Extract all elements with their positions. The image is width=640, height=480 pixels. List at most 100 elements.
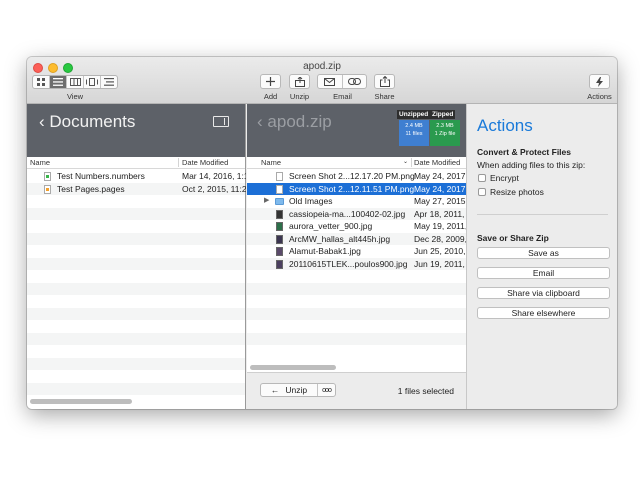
file-date: Oct 2, 2015, 11:2: [182, 183, 246, 194]
cover-flow-view-button[interactable]: [84, 76, 101, 88]
unzip-button-label: Unzip: [285, 385, 308, 395]
list-icon: [53, 78, 63, 86]
archive-bottom-bar: ← Unzip ooo 1 files selected: [247, 372, 466, 409]
chevron-left-icon: ‹: [39, 112, 45, 131]
empty-row: [27, 207, 245, 220]
add-button[interactable]: [260, 74, 281, 89]
unzipped-count: 11 files: [405, 131, 423, 137]
empty-row: [27, 257, 245, 270]
zipped-stats: 2.3 MB 1 Zip file: [430, 120, 460, 146]
archive-breadcrumb: ‹ apod.zip: [257, 112, 332, 132]
empty-row: [27, 320, 245, 333]
list-item[interactable]: ▶ Old Images May 27, 2015,: [247, 195, 466, 208]
pages-file-icon: [44, 184, 51, 194]
empty-row: [27, 232, 245, 245]
empty-row: [247, 295, 466, 308]
email-link-button[interactable]: [343, 75, 367, 88]
archive-file-list: Screen Shot 2...12.17.20 PM.png May 24, …: [247, 170, 466, 345]
unzip-icon: [294, 76, 305, 87]
resize-photos-checkbox[interactable]: [478, 188, 486, 196]
png-file-icon: [276, 172, 283, 181]
name-column-header[interactable]: Name: [30, 158, 50, 167]
app-window: apod.zip View Add Unzip Email Share Acti…: [27, 57, 617, 409]
empty-row: [27, 295, 245, 308]
date-column-header[interactable]: Date Modified: [414, 158, 460, 167]
empty-row: [247, 270, 466, 283]
file-name: Test Pages.pages: [57, 183, 125, 194]
file-date: Jun 25, 2010,: [414, 246, 466, 256]
column-divider[interactable]: [411, 158, 412, 167]
empty-row: [247, 282, 466, 295]
date-column-header[interactable]: Date Modified: [182, 158, 228, 167]
email-button[interactable]: [318, 75, 343, 88]
list-item[interactable]: Screen Shot 2...12.17.20 PM.png May 24, …: [247, 170, 466, 183]
documents-header: ‹ Documents: [27, 104, 245, 157]
list-view-button[interactable]: [50, 76, 67, 88]
file-date: Dec 28, 2009,: [414, 233, 466, 244]
empty-row: [27, 307, 245, 320]
add-label: Add: [263, 92, 278, 101]
link-icon: [347, 78, 361, 85]
unzip-toolbar-button[interactable]: [289, 74, 310, 89]
share-via-clipboard-button[interactable]: Share via clipboard: [477, 287, 610, 299]
unzip-button-group: ← Unzip ooo: [260, 383, 336, 397]
name-column-header[interactable]: Name: [261, 158, 281, 167]
folder-icon: [275, 198, 284, 205]
column-view-button[interactable]: [67, 76, 84, 88]
icon-view-button[interactable]: [33, 76, 50, 88]
file-date: Jun 19, 2011, 1: [414, 258, 466, 269]
actions-toggle-button[interactable]: [589, 74, 610, 89]
lightning-icon: [596, 76, 603, 87]
email-button-group: [317, 74, 367, 89]
unzipped-badge: Unzipped: [397, 110, 431, 119]
horizontal-scrollbar[interactable]: [250, 365, 336, 370]
file-name: Screen Shot 2...12.17.20 PM.png: [289, 171, 415, 181]
more-options-button[interactable]: ooo: [318, 384, 335, 396]
archive-header: ‹ apod.zip Unzipped Zipped 2.4 MB 11 fil…: [247, 104, 466, 157]
empty-row: [27, 345, 245, 358]
actions-label: Actions: [587, 92, 612, 101]
envelope-icon: [324, 77, 336, 86]
empty-row: [27, 357, 245, 370]
empty-row: [27, 195, 245, 208]
cover-flow-icon: [86, 78, 98, 86]
empty-row: [247, 332, 466, 345]
outline-list-icon: [104, 78, 114, 86]
unzip-button[interactable]: ← Unzip: [261, 384, 318, 396]
disclosure-triangle-icon[interactable]: ▶: [264, 196, 269, 204]
sidebar-toggle-icon[interactable]: [213, 116, 229, 127]
list-item[interactable]: ArcMW_hallas_alt445h.jpg Dec 28, 2009,: [247, 232, 466, 245]
empty-row: [27, 270, 245, 283]
encrypt-checkbox[interactable]: [478, 174, 486, 182]
list-item[interactable]: aurora_vetter_900.jpg May 19, 2011, 1: [247, 220, 466, 233]
selection-status: 1 files selected: [397, 386, 454, 396]
plus-icon: [266, 77, 275, 86]
share-elsewhere-button[interactable]: Share elsewhere: [477, 307, 610, 319]
archive-pane: ‹ apod.zip Unzipped Zipped 2.4 MB 11 fil…: [247, 104, 466, 409]
sort-chevron-icon: ⌄: [403, 159, 409, 165]
email-label: Email: [333, 92, 352, 101]
image-thumbnail-icon: [276, 234, 283, 244]
list-item-selected[interactable]: Screen Shot 2...12.11.51 PM.png May 24, …: [247, 182, 466, 195]
list-item[interactable]: Test Pages.pages Oct 2, 2015, 11:2: [27, 182, 246, 195]
documents-breadcrumb[interactable]: ‹ Documents: [39, 112, 135, 132]
column-divider[interactable]: [178, 158, 179, 167]
zipped-size: 2.3 MB: [436, 123, 454, 129]
file-date: May 27, 2015,: [414, 196, 466, 206]
list-item[interactable]: cassiopeia-ma...100402-02.jpg Apr 18, 20…: [247, 207, 466, 220]
horizontal-scrollbar[interactable]: [30, 399, 132, 404]
list-item[interactable]: Alamut-Babak1.jpg Jun 25, 2010,: [247, 245, 466, 258]
resize-photos-label: Resize photos: [490, 187, 544, 197]
outline-view-button[interactable]: [101, 76, 117, 88]
email-zip-button[interactable]: Email: [477, 267, 610, 279]
list-item[interactable]: 20110615TLEK...poulos900.jpg Jun 19, 201…: [247, 257, 466, 270]
grid-icon: [36, 78, 45, 86]
folder-name: Old Images: [289, 196, 333, 206]
toolbar: apod.zip View Add Unzip Email Share Acti…: [27, 57, 617, 104]
list-item[interactable]: Test Numbers.numbers Mar 14, 2016, 1:1: [27, 170, 246, 183]
share-button[interactable]: [374, 74, 395, 89]
file-name: cassiopeia-ma...100402-02.jpg: [289, 208, 406, 219]
save-as-button[interactable]: Save as: [477, 247, 610, 259]
archive-column-header: Name ⌄ Date Modified: [247, 157, 466, 169]
view-mode-segmented-control: [32, 75, 118, 89]
